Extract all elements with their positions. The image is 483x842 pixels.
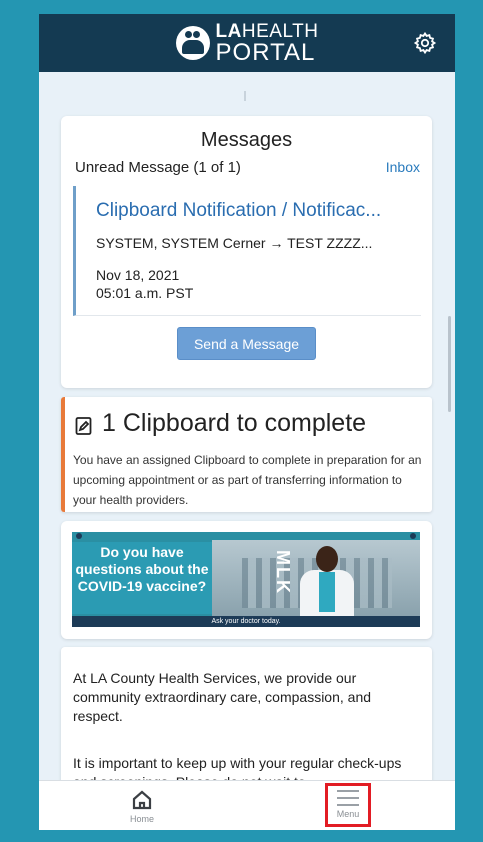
clipboard-heading: 1 Clipboard to complete (102, 409, 367, 437)
la-health-portal-logo: LAHEALTH PORTAL (175, 22, 319, 66)
nav-menu-label: Menu (336, 809, 360, 819)
clipboard-accent-bar (61, 397, 65, 512)
nav-menu-button[interactable]: Menu (325, 783, 371, 827)
info-card: At LA County Health Services, we provide… (61, 647, 432, 797)
nav-home-label: Home (129, 814, 154, 824)
covid-vaccine-banner[interactable]: MLK Do you have questions about the COVI… (72, 532, 420, 627)
gear-icon[interactable] (413, 31, 437, 55)
banner-question: Do you have questions about the COVID-19… (72, 542, 212, 614)
clipboard-edit-icon (75, 414, 93, 435)
info-paragraph-1: At LA County Health Services, we provide… (73, 670, 372, 724)
nav-home-button[interactable]: Home (127, 789, 157, 829)
send-message-button[interactable]: Send a Message (177, 327, 316, 360)
clipboard-card[interactable]: 1 Clipboard to complete You have an assi… (61, 397, 432, 512)
scrollbar-thumb[interactable] (448, 316, 451, 412)
banner-logo-right-icon (410, 533, 416, 539)
message-sender-recipient: SYSTEM, SYSTEM Cerner → TEST ZZZZ... (96, 235, 373, 251)
messages-card: Messages Unread Message (1 of 1) Inbox C… (61, 116, 432, 388)
building-sign-text: MLK (273, 550, 293, 595)
banner-logo-left-icon (76, 533, 82, 539)
scroll-indicator (244, 91, 246, 101)
clipboard-description: You have an assigned Clipboard to comple… (73, 453, 422, 507)
message-date: Nov 18, 2021 (96, 267, 180, 283)
app-screen: LAHEALTH PORTAL Messages Unread Message … (39, 14, 455, 830)
message-list-item[interactable]: Clipboard Notification / Notificac... SY… (73, 186, 421, 316)
home-icon (132, 790, 152, 810)
family-logo-icon (175, 26, 210, 60)
vaccine-banner-card[interactable]: MLK Do you have questions about the COVI… (61, 521, 432, 639)
banner-footer-text: Ask your doctor today. (72, 616, 420, 627)
message-subject[interactable]: Clipboard Notification / Notificac... (96, 200, 381, 222)
logo-text-portal: PORTAL (215, 38, 316, 66)
inbox-link[interactable]: Inbox (386, 159, 420, 175)
hamburger-menu-icon (337, 790, 359, 806)
message-time: 05:01 a.m. PST (96, 285, 194, 301)
bottom-navigation: Home Menu (39, 780, 455, 830)
header-bar: LAHEALTH PORTAL (39, 14, 455, 72)
unread-message-label: Unread Message (1 of 1) (75, 159, 241, 176)
messages-title: Messages (200, 129, 293, 151)
